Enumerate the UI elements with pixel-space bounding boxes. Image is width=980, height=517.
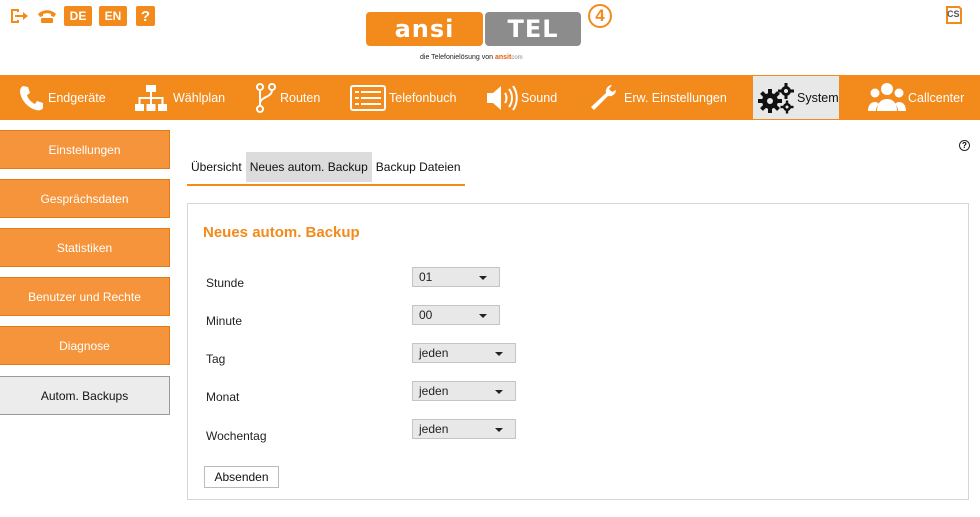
gears-icon: [758, 82, 794, 113]
logo-right-part: TEL: [485, 12, 581, 46]
select-value: jeden: [419, 422, 449, 436]
field-label-tag: Tag: [206, 352, 226, 366]
chevron-down-icon: [495, 428, 503, 432]
sidebar-item-einstellungen[interactable]: Einstellungen: [0, 130, 170, 169]
lang-en-button[interactable]: EN: [99, 6, 127, 26]
nav-item-endgeraete[interactable]: Endgeräte: [18, 75, 106, 120]
select-value: jeden: [419, 346, 449, 360]
tagline-brand: ansit: [495, 54, 512, 61]
field-label-stunde: Stunde: [206, 276, 245, 290]
sidebar-item-label: Gesprächsdaten: [40, 191, 129, 206]
logo-left-part: ansi: [366, 12, 483, 46]
field-label-wochentag: Wochentag: [206, 429, 267, 443]
nav-item-routen[interactable]: Routen: [256, 75, 320, 120]
phone-icon: [20, 85, 43, 110]
nav-item-waehlplan[interactable]: Wählplan: [134, 75, 225, 120]
nav-item-callcenter[interactable]: Callcenter: [868, 75, 964, 120]
speaker-icon: [487, 84, 518, 111]
logo-text-tel: TEL: [507, 15, 559, 43]
chevron-down-icon: [479, 314, 487, 318]
select-value: 00: [419, 308, 433, 322]
content-tabs: Übersicht Neues autom. Backup Backup Dat…: [187, 152, 465, 186]
tagline-suffix: com: [511, 55, 523, 61]
main-nav: Endgeräte Wählplan Routen Telefonbuch So…: [0, 75, 980, 120]
sidebar-item-gespraechsdaten[interactable]: Gesprächsdaten: [0, 179, 170, 218]
users-icon: [868, 82, 906, 111]
monat-select[interactable]: jeden: [412, 381, 516, 401]
tab-backup-dateien[interactable]: Backup Dateien: [372, 152, 465, 182]
route-icon: [256, 82, 276, 113]
chevron-down-icon: [479, 276, 487, 280]
logo-tagline: die Telefonielösung von ansitcom: [420, 54, 523, 61]
nav-label: System: [797, 90, 839, 105]
tag-select[interactable]: jeden: [412, 343, 516, 363]
submit-button[interactable]: Absenden: [204, 466, 279, 488]
select-value: 01: [419, 270, 433, 284]
chevron-down-icon: [495, 390, 503, 394]
user-badge-text: CS: [947, 9, 960, 19]
sidebar-item-autom-backups[interactable]: Autom. Backups: [0, 376, 170, 415]
nav-label: Erw. Einstellungen: [624, 90, 727, 105]
help-icon[interactable]: ?: [959, 140, 970, 151]
sidebar-item-label: Statistiken: [56, 240, 113, 255]
sidebar-item-label: Autom. Backups: [40, 388, 129, 403]
nav-label: Telefonbuch: [389, 90, 457, 105]
sidebar-item-statistiken[interactable]: Statistiken: [0, 228, 170, 267]
nav-item-telefonbuch[interactable]: Telefonbuch: [350, 75, 456, 120]
logo-version-badge: 4: [588, 4, 612, 28]
tab-neues-autom-backup[interactable]: Neues autom. Backup: [245, 152, 372, 182]
sidebar-item-label: Benutzer und Rechte: [28, 289, 141, 304]
sidebar-item-diagnose[interactable]: Diagnose: [0, 326, 170, 365]
select-value: jeden: [419, 384, 449, 398]
hangup-phone-icon[interactable]: [36, 6, 58, 26]
hierarchy-icon: [135, 84, 167, 111]
tagline-prefix: die Telefonielösung von: [420, 54, 494, 61]
help-top-icon[interactable]: ?: [136, 6, 155, 26]
nav-label: Routen: [280, 90, 321, 105]
minute-select[interactable]: 00: [412, 305, 500, 325]
nav-label: Wählplan: [173, 90, 226, 105]
nav-label: Endgeräte: [48, 90, 106, 105]
chevron-down-icon: [495, 352, 503, 356]
tab-uebersicht[interactable]: Übersicht: [187, 152, 246, 182]
logout-icon[interactable]: [8, 6, 30, 26]
logo-text-ansi: ansi: [394, 15, 455, 43]
nav-item-system[interactable]: System: [753, 76, 839, 119]
user-badge-icon[interactable]: CS: [944, 5, 964, 25]
nav-label: Callcenter: [908, 90, 965, 105]
lang-de-button[interactable]: DE: [64, 6, 92, 26]
wochentag-select[interactable]: jeden: [412, 419, 516, 439]
form-title: Neues autom. Backup: [203, 224, 360, 241]
sidebar-item-label: Einstellungen: [48, 142, 121, 157]
field-label-minute: Minute: [206, 314, 243, 328]
wrench-icon: [591, 84, 616, 110]
sidebar-item-label: Diagnose: [59, 338, 110, 353]
nav-item-sound[interactable]: Sound: [485, 75, 557, 120]
nav-label: Sound: [521, 90, 558, 105]
phonebook-icon: [350, 84, 386, 111]
sidebar-item-benutzer-und-rechte[interactable]: Benutzer und Rechte: [0, 277, 170, 316]
nav-item-erw-einstellungen[interactable]: Erw. Einstellungen: [588, 75, 727, 120]
field-label-monat: Monat: [206, 390, 240, 404]
form-panel: [187, 203, 969, 500]
stunde-select[interactable]: 01: [412, 267, 500, 287]
